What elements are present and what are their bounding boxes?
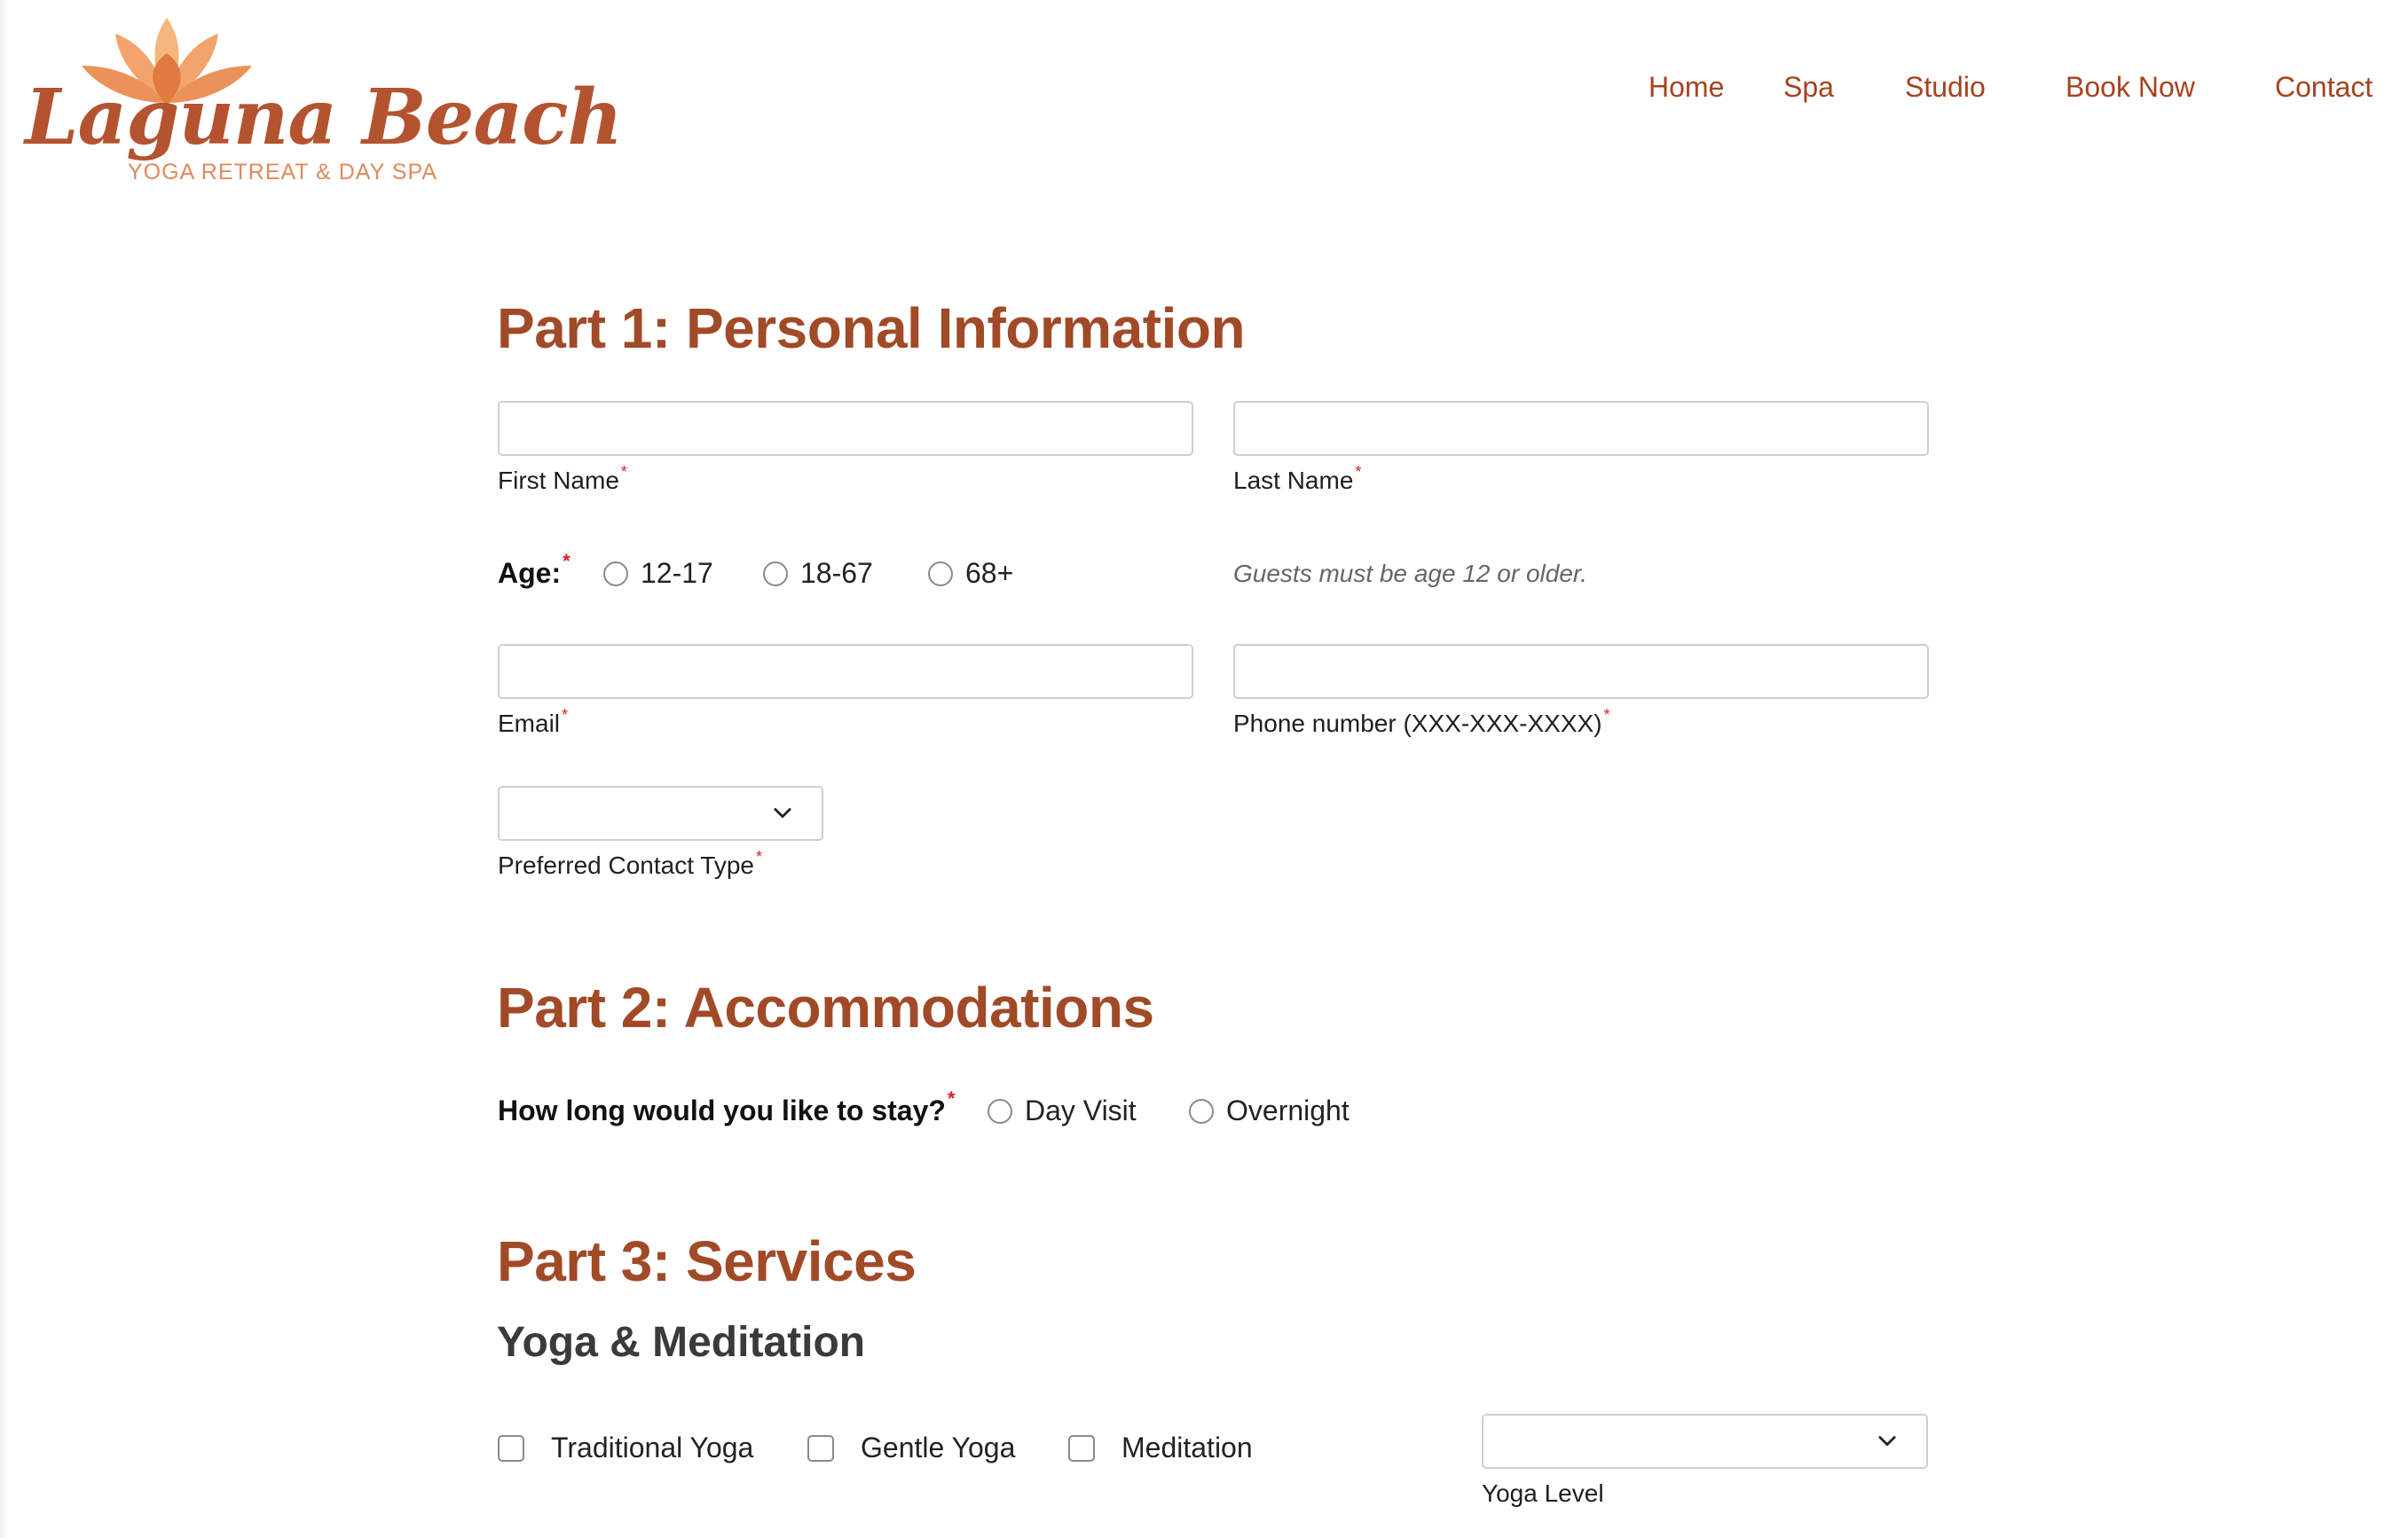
checkbox[interactable] (807, 1434, 834, 1462)
stay-option-label: Day Visit (1025, 1095, 1137, 1126)
age-option-18-67[interactable]: 18-67 (763, 557, 873, 590)
contact-type-label: Preferred Contact Type * (498, 848, 762, 879)
brand-name: Laguna Beach (25, 73, 623, 162)
nav-studio[interactable]: Studio (1905, 71, 1986, 104)
service-option-label: Traditional Yoga (551, 1432, 754, 1463)
phone-label: Phone number (XXX-XXX-XXXX) * (1233, 706, 1610, 737)
service-meditation[interactable]: Meditation (1068, 1432, 1253, 1464)
page-edge-shadow (0, 0, 9, 1538)
part2-title: Part 2: Accommodations (497, 976, 1154, 1040)
required-mark: * (562, 706, 569, 724)
chevron-down-icon (774, 808, 791, 819)
first-name-label: First Name * (498, 463, 627, 494)
service-gentle-yoga[interactable]: Gentle Yoga (807, 1432, 1015, 1464)
nav-contact[interactable]: Contact (2275, 71, 2373, 104)
email-label: Email * (498, 706, 569, 737)
checkbox[interactable] (498, 1434, 524, 1462)
stay-option-day-visit[interactable]: Day Visit (988, 1095, 1137, 1127)
brand-logo[interactable]: Laguna Beach YOGA RETREAT & DAY SPA (25, 16, 623, 193)
radio-button[interactable] (763, 561, 788, 586)
age-option-label: 18-67 (800, 557, 873, 589)
yoga-meditation-heading: Yoga & Meditation (497, 1319, 866, 1366)
radio-button[interactable] (603, 561, 628, 586)
yoga-level-select[interactable] (1482, 1414, 1928, 1469)
first-name-input[interactable] (498, 401, 1193, 456)
phone-input[interactable] (1233, 644, 1929, 699)
nav-spa[interactable]: Spa (1783, 71, 1834, 104)
age-option-68-plus[interactable]: 68+ (928, 557, 1013, 590)
age-label: Age:* (498, 550, 571, 589)
service-traditional-yoga[interactable]: Traditional Yoga (498, 1432, 753, 1464)
stay-option-overnight[interactable]: Overnight (1189, 1095, 1350, 1127)
required-mark: * (947, 1087, 956, 1110)
email-input[interactable] (498, 644, 1193, 699)
radio-button[interactable] (988, 1098, 1012, 1124)
required-mark: * (620, 463, 627, 481)
part3-title: Part 3: Services (497, 1229, 917, 1293)
nav-book-now[interactable]: Book Now (2066, 71, 2195, 104)
yoga-level-label: Yoga Level (1482, 1479, 1604, 1507)
last-name-input[interactable] (1233, 401, 1929, 456)
stay-length-label: How long would you like to stay?* (498, 1087, 956, 1126)
age-option-12-17[interactable]: 12-17 (603, 557, 713, 590)
age-note: Guests must be age 12 or older. (1233, 560, 1587, 587)
chevron-down-icon (1878, 1436, 1896, 1447)
last-name-label: Last Name * (1233, 463, 1362, 494)
contact-type-select[interactable] (498, 786, 823, 841)
part1-title: Part 1: Personal Information (497, 296, 1246, 360)
stay-option-label: Overnight (1226, 1095, 1350, 1126)
service-option-label: Meditation (1121, 1432, 1253, 1463)
radio-button[interactable] (928, 561, 953, 586)
nav-home[interactable]: Home (1649, 71, 1724, 104)
checkbox[interactable] (1068, 1434, 1095, 1462)
required-mark: * (1603, 706, 1610, 724)
radio-button[interactable] (1189, 1098, 1214, 1124)
age-option-label: 12-17 (641, 557, 713, 589)
brand-tagline: YOGA RETREAT & DAY SPA (128, 160, 437, 184)
required-mark: * (1355, 463, 1362, 481)
age-option-label: 68+ (965, 557, 1014, 589)
required-mark: * (755, 848, 762, 866)
service-option-label: Gentle Yoga (861, 1432, 1016, 1463)
required-mark: * (563, 550, 571, 572)
